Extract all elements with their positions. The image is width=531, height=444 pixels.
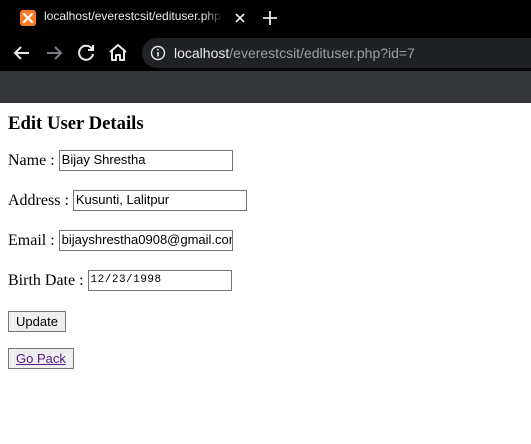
email-row: Email : bijayshrestha0908@gmail.com bbox=[8, 230, 233, 251]
info-icon[interactable] bbox=[150, 45, 166, 61]
name-row: Name : Bijay Shrestha bbox=[8, 150, 233, 171]
close-icon[interactable] bbox=[232, 10, 248, 26]
name-label: Name : bbox=[8, 151, 55, 169]
update-button[interactable]: Update bbox=[8, 311, 66, 332]
url-text: localhost/everestcsit/edituser.php?id=7 bbox=[174, 45, 415, 61]
back-arrow-icon[interactable] bbox=[10, 41, 34, 65]
tab-title-fade bbox=[204, 5, 228, 29]
email-label: Email : bbox=[8, 231, 55, 249]
tab-title: localhost/everestcsit/edituser.php bbox=[44, 9, 221, 23]
page-title: Edit User Details bbox=[8, 113, 144, 134]
address-row: Address : Kusunti, Lalitpur bbox=[8, 190, 247, 211]
address-bar[interactable]: localhost/everestcsit/edituser.php?id=7 bbox=[142, 38, 531, 68]
birth-date-row: Birth Date : 12/23/1998 bbox=[8, 270, 232, 291]
plus-icon[interactable] bbox=[260, 8, 280, 28]
bookmark-bar bbox=[0, 71, 531, 103]
name-field[interactable]: Bijay Shrestha bbox=[58, 150, 233, 171]
home-icon[interactable] bbox=[106, 41, 130, 65]
birth-date-label: Birth Date : bbox=[8, 271, 84, 289]
page-content: Edit User Details Name : Bijay Shrestha … bbox=[8, 103, 523, 369]
birth-date-field[interactable]: 12/23/1998 bbox=[87, 270, 232, 291]
browser-tab[interactable]: localhost/everestcsit/edituser.php bbox=[8, 0, 248, 35]
browser-toolbar: localhost/everestcsit/edituser.php?id=7 bbox=[0, 35, 531, 71]
address-label: Address : bbox=[8, 191, 69, 209]
go-back-link[interactable]: Go Pack bbox=[16, 351, 66, 366]
address-field[interactable]: Kusunti, Lalitpur bbox=[72, 190, 247, 211]
xampp-favicon-icon bbox=[20, 10, 36, 26]
go-back-button[interactable]: Go Pack bbox=[8, 348, 74, 369]
tab-strip: localhost/everestcsit/edituser.php bbox=[0, 0, 531, 35]
forward-arrow-icon[interactable] bbox=[42, 41, 66, 65]
url-path: /everestcsit/edituser.php?id=7 bbox=[229, 45, 415, 61]
email-field[interactable]: bijayshrestha0908@gmail.com bbox=[58, 230, 233, 251]
reload-icon[interactable] bbox=[74, 41, 98, 65]
url-host: localhost bbox=[174, 45, 230, 61]
